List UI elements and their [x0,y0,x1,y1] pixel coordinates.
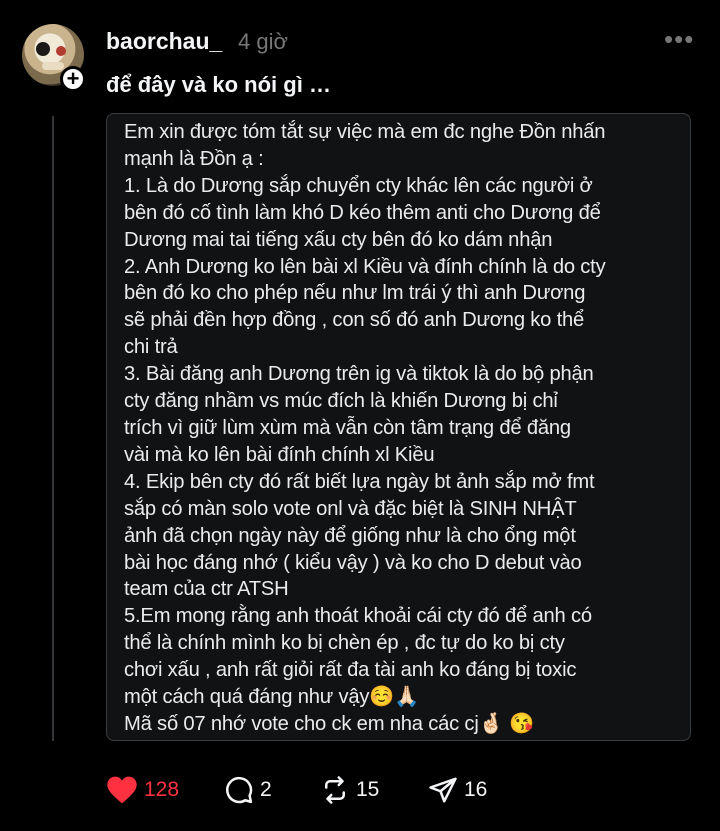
card-text-line: sắp có màn solo vote onl và đặc biệt là … [124,497,577,520]
like-count: 128 [144,778,180,801]
card-text-line: bên đó ko cho phép nếu như lm trái ý thì… [124,282,586,305]
more-options-icon[interactable]: ••• [664,24,694,55]
card-text-line: Em xin được tóm tắt sự việc mà em đc ngh… [124,121,606,143]
like-button[interactable]: 128 [106,770,179,810]
thread-line [52,116,54,741]
heart-icon [107,776,137,804]
repost-button[interactable]: 15 [320,770,379,810]
card-text-line: 5.Em mong rằng anh thoát khoải cái cty đ… [124,605,592,628]
card-text-line: 1. Là do Dương sắp chuyển cty khác lên c… [124,174,593,197]
card-text-line: chi trả [124,336,178,359]
card-text-line: trích vì giữ lùm xùm mà vẫn còn tâm trạn… [124,416,571,439]
follow-plus-icon[interactable]: + [60,66,86,92]
card-text-line: một cách quá đáng như vậy☺️🙏🏻 [124,686,420,709]
card-text-line: 4. Ekip bên cty đó rất biết lựa ngày bt … [124,470,595,493]
comment-icon [226,777,253,804]
card-text-line: 3. Bài đăng anh Dương trên ig và tiktok … [124,363,594,386]
repost-count: 15 [356,778,380,801]
post-time: 4 giờ [238,29,288,54]
card-text-line: cty đăng nhầm vs múc đích là khiến Dương… [124,390,558,413]
card-text-line: team của ctr ATSH [124,578,289,601]
card-text-line: chơi xấu , anh rất giỏi rất đa tài anh k… [124,659,577,682]
card-text-line: mạnh là Đồn ạ : [124,147,264,170]
card-text-line: sẽ phải đền hợp đồng , con số đó anh Dươ… [124,309,585,332]
comment-button[interactable]: 2 [224,770,272,810]
card-text-line: ảnh đã chọn ngày này để giống như là cho… [124,524,576,547]
repost-icon [325,776,345,804]
share-button[interactable]: 16 [428,770,487,810]
text-image-card[interactable]: Em xin được tóm tắt sự việc mà em đc ngh… [106,113,691,741]
card-text-line: bên đó cố tình làm khó D kéo thêm anti c… [124,201,601,224]
card-text-line: 2. Anh Dương ko lên bài xl Kiều và đính … [124,255,606,278]
comment-count: 2 [260,778,272,801]
share-count: 16 [464,778,488,801]
username[interactable]: baorchau_ [106,28,222,55]
send-icon [429,777,457,803]
card-text-line: vài mà ko lên bài đính chính xl Kiều [124,443,435,466]
card-text-line: thể là chính mình ko bị chèn ép , đc tự … [124,632,565,655]
card-text-line: bài học đáng nhớ ( kiểu vậy ) và ko cho … [124,551,582,574]
post-caption: để đây và ko nói gì … [106,72,331,97]
action-bar: 128 2 15 16 [106,770,526,810]
card-text-line: Mã số 07 nhớ vote cho ck em nha các cj🤞🏻… [124,712,534,735]
card-text-line: Dương mai tai tiếng xấu cty bên đó ko dá… [124,228,553,251]
